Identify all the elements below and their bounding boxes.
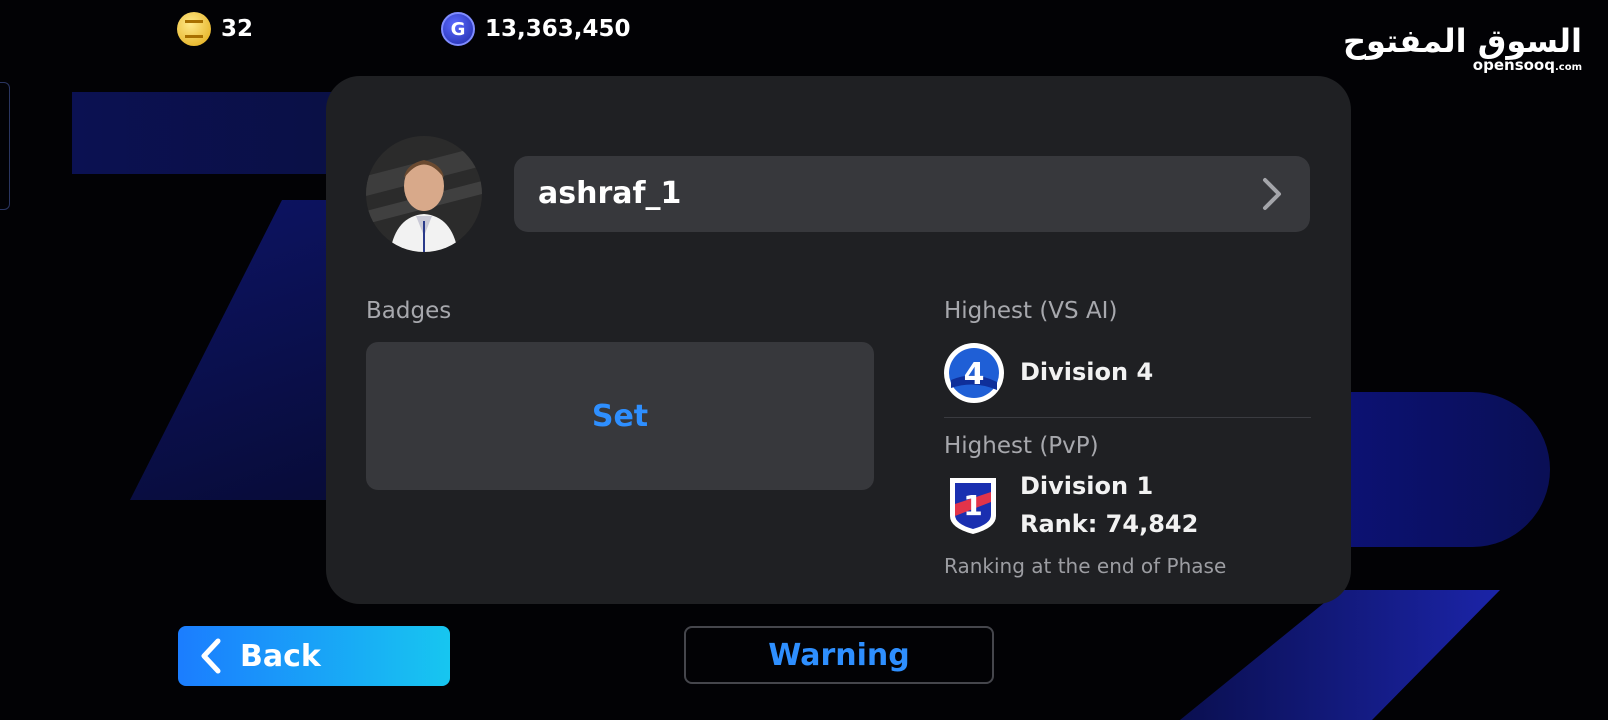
back-button[interactable]: Back xyxy=(178,626,450,686)
gp-coin-icon: G xyxy=(441,12,475,46)
highest-pvp-label: Highest (PvP) xyxy=(944,433,1099,459)
side-tab[interactable] xyxy=(0,82,10,210)
coin-count: 32 xyxy=(221,16,254,42)
opensooq-watermark: السوق المفتوح opensooq.com xyxy=(1342,22,1583,74)
set-label: Set xyxy=(591,398,649,434)
coin-balance: 32 xyxy=(177,12,253,46)
profile-panel: ashraf_1 Badges Set Highest (VS AI) 4 Di… xyxy=(326,76,1351,604)
gp-balance: G 13,363,450 xyxy=(441,12,631,46)
warning-label: Warning xyxy=(768,637,910,673)
pvp-division: Division 1 xyxy=(1020,472,1154,500)
division-4-icon: 4 xyxy=(944,343,1004,403)
watermark-arabic: السوق المفتوح xyxy=(1342,22,1583,60)
background-slash-bottom xyxy=(1180,590,1500,720)
warning-button[interactable]: Warning xyxy=(684,626,994,684)
username: ashraf_1 xyxy=(538,176,682,211)
chevron-left-icon xyxy=(201,638,221,674)
gold-coin-icon xyxy=(177,12,211,46)
svg-text:4: 4 xyxy=(964,357,985,392)
chevron-right-icon xyxy=(1263,178,1281,210)
highest-vs-ai-label: Highest (VS AI) xyxy=(944,298,1118,324)
vs-ai-division: Division 4 xyxy=(1020,358,1154,386)
section-divider xyxy=(944,417,1311,418)
gp-count: 13,363,450 xyxy=(485,16,631,42)
player-avatar xyxy=(366,136,482,252)
svg-text:1: 1 xyxy=(963,489,982,522)
division-1-icon: 1 xyxy=(950,478,996,534)
set-badges-button[interactable]: Set xyxy=(366,342,874,490)
badges-label: Badges xyxy=(366,298,452,324)
username-bar[interactable]: ashraf_1 xyxy=(514,156,1310,232)
pvp-rank: Rank: 74,842 xyxy=(1020,510,1199,538)
back-label: Back xyxy=(240,638,321,674)
ranking-note: Ranking at the end of Phase xyxy=(944,554,1227,578)
